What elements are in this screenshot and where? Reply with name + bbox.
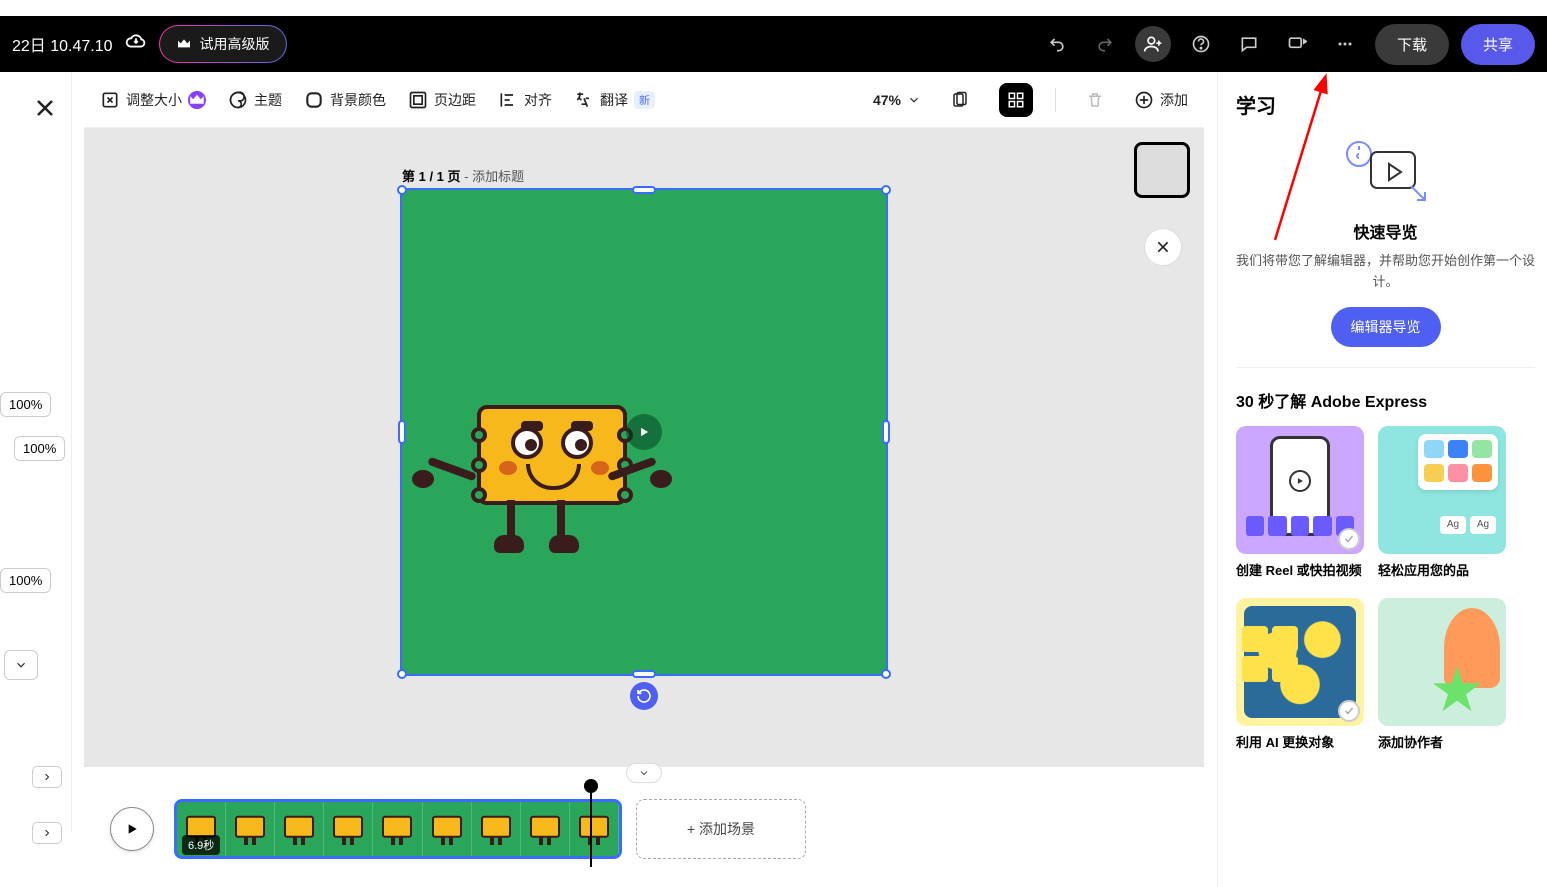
pages-view-button[interactable] — [943, 83, 977, 117]
premium-badge-icon — [188, 91, 206, 109]
learn-card-ai-replace[interactable]: 利用 AI 更换对象 — [1236, 598, 1364, 752]
align-icon — [498, 90, 518, 110]
learn-card-brand[interactable]: AgAg 轻松应用您的品 — [1378, 426, 1506, 580]
margin-icon — [408, 90, 428, 110]
more-menu-button[interactable] — [1327, 26, 1363, 62]
opacity-value-1[interactable]: 100% — [0, 392, 51, 417]
page-label[interactable]: 第 1 / 1 页 - 添加标题 — [402, 166, 524, 185]
selection-handle-tr[interactable] — [881, 185, 891, 195]
new-badge: 新 — [634, 91, 655, 109]
download-button[interactable]: 下载 — [1375, 24, 1449, 65]
learn-panel: 学习 快速导览 我们将带您了解编辑器，并帮助您开始创作第一个设计。 编辑器导览 … — [1217, 72, 1547, 887]
crown-icon — [176, 36, 192, 52]
selection-handle-b[interactable] — [632, 670, 656, 678]
check-icon — [1338, 528, 1360, 550]
try-premium-button[interactable]: 试用高级版 — [159, 25, 287, 63]
bgcolor-icon — [304, 90, 324, 110]
expand-row-2[interactable] — [32, 822, 62, 844]
selection-handle-br[interactable] — [881, 669, 891, 679]
invite-user-button[interactable] — [1135, 26, 1171, 62]
present-button[interactable] — [1279, 26, 1315, 62]
clip-duration-badge: 6.9秒 — [182, 835, 220, 855]
align-tool[interactable]: 对齐 — [498, 90, 552, 110]
opacity-value-3[interactable]: 100% — [0, 568, 51, 593]
resize-tool[interactable]: 调整大小 — [100, 90, 206, 110]
timeline-playhead[interactable] — [590, 787, 592, 867]
close-panel-button[interactable] — [33, 96, 57, 120]
cloud-sync-icon — [125, 31, 147, 58]
play-animation-button[interactable] — [626, 414, 662, 450]
timeline: 6.9秒 + 添加场景 — [84, 767, 1204, 887]
selection-handle-bl[interactable] — [397, 669, 407, 679]
selection-handle-tl[interactable] — [397, 185, 407, 195]
tour-description: 我们将带您了解编辑器，并帮助您开始创作第一个设计。 — [1236, 251, 1535, 293]
theme-icon — [228, 90, 248, 110]
learn-title: 学习 — [1236, 90, 1535, 119]
artboard[interactable] — [402, 190, 886, 674]
grid-view-button[interactable] — [999, 83, 1033, 117]
selection-handle-t[interactable] — [632, 186, 656, 194]
check-icon — [1338, 700, 1360, 722]
collapse-timeline-button[interactable] — [626, 763, 662, 783]
premium-label: 试用高级版 — [200, 34, 270, 54]
page-thumbnail[interactable] — [1134, 142, 1190, 198]
start-tour-button[interactable]: 编辑器导览 — [1331, 307, 1441, 347]
section-collapse-button[interactable] — [4, 650, 38, 680]
selection-handle-r[interactable] — [882, 420, 890, 444]
selection-handle-l[interactable] — [398, 420, 406, 444]
help-button[interactable] — [1183, 26, 1219, 62]
bgcolor-tool[interactable]: 背景颜色 — [304, 90, 386, 110]
resize-icon — [100, 90, 120, 110]
add-button[interactable]: 添加 — [1134, 90, 1188, 110]
chevron-down-icon — [907, 93, 921, 107]
delete-button[interactable] — [1078, 83, 1112, 117]
undo-button[interactable] — [1039, 26, 1075, 62]
comments-button[interactable] — [1231, 26, 1267, 62]
close-thumbnails-button[interactable] — [1144, 228, 1182, 266]
add-scene-button[interactable]: + 添加场景 — [636, 799, 806, 859]
tour-title: 快速导览 — [1236, 219, 1535, 243]
rotate-button[interactable] — [630, 682, 658, 710]
margin-tool[interactable]: 页边距 — [408, 90, 476, 110]
expand-row-1[interactable] — [32, 766, 62, 788]
plus-circle-icon — [1134, 90, 1154, 110]
canvas-area[interactable]: 第 1 / 1 页 - 添加标题 — [84, 128, 1204, 767]
learn-card-reel[interactable]: 创建 Reel 或快拍视频 — [1236, 426, 1364, 580]
opacity-value-2[interactable]: 100% — [14, 436, 65, 461]
share-button[interactable]: 共享 — [1461, 24, 1535, 65]
mascot-character[interactable] — [432, 385, 652, 585]
translate-tool[interactable]: 翻译 新 — [574, 90, 655, 110]
tour-illustration — [1236, 131, 1535, 211]
translate-icon — [574, 90, 594, 110]
zoom-control[interactable]: 47% — [873, 92, 921, 108]
learn-card-collaborators[interactable]: 添加协作者 — [1378, 598, 1506, 752]
theme-tool[interactable]: 主题 — [228, 90, 282, 110]
timeline-play-button[interactable] — [110, 807, 154, 851]
redo-button[interactable] — [1087, 26, 1123, 62]
thirty-sec-title: 30 秒了解 Adobe Express — [1236, 388, 1535, 412]
document-title: 22日 10.47.10 — [12, 32, 113, 56]
timeline-clip[interactable] — [174, 799, 622, 859]
